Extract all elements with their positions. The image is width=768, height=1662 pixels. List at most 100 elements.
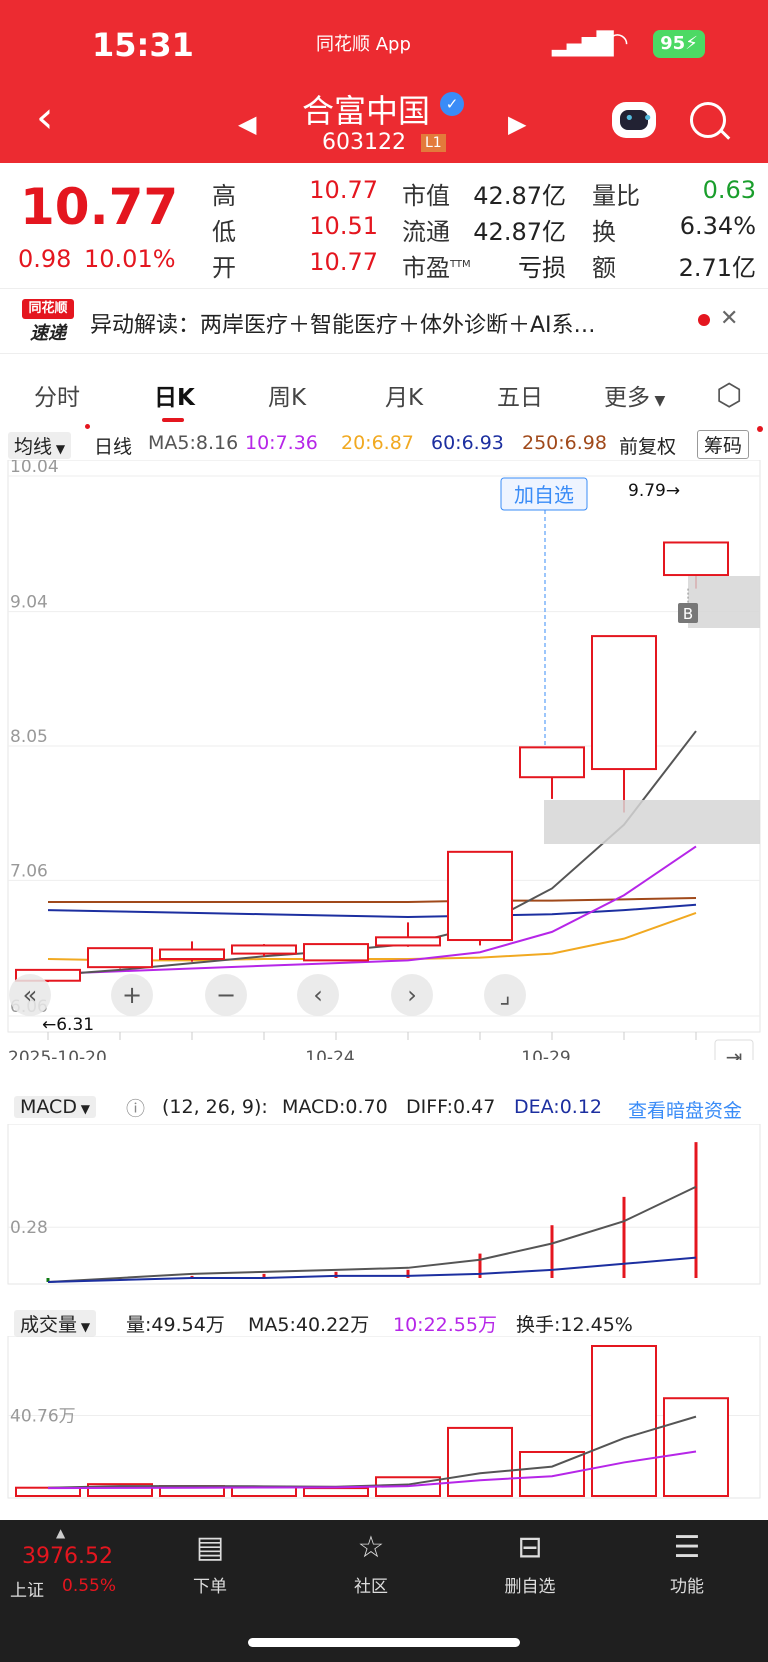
ma-type-select[interactable]: 均线 ▼ <box>8 432 72 459</box>
ma20-label: 20:6.87 <box>341 432 414 454</box>
tab-timeshare[interactable]: 分时 <box>34 378 80 412</box>
candle-body <box>591 635 657 771</box>
gap-zone <box>544 800 760 844</box>
remove-watchlist-icon[interactable]: ⊟ <box>490 1530 570 1565</box>
next-stock-icon[interactable]: ▶ <box>508 110 526 138</box>
ma5-label: MA5:8.16 <box>148 432 239 454</box>
news-text[interactable]: 异动解读：两岸医疗＋智能医疗＋体外诊断＋AI系… <box>90 307 670 339</box>
news-logo-bottom: 速递 <box>30 323 66 344</box>
signal-icon: ▂▄▆█ <box>552 32 614 57</box>
adjust-label[interactable]: 前复权 <box>619 432 676 459</box>
zoom-in-icon[interactable]: + <box>111 974 153 1016</box>
ma250-label: 250:6.98 <box>522 432 607 454</box>
open-label: 开 <box>212 254 236 282</box>
close-icon[interactable]: ✕ <box>720 306 738 331</box>
fullscreen-icon[interactable]: ⌟ <box>484 974 526 1016</box>
stock-title: 合富中国 <box>302 92 431 130</box>
candle-body <box>159 948 225 961</box>
news-logo-top: 同花顺 <box>22 299 74 319</box>
amount-label: 额 <box>592 254 616 282</box>
candle-body <box>375 936 441 947</box>
nav-remove-watchlist[interactable]: 删自选 <box>490 1572 570 1597</box>
zoom-in-icon-glyph: + <box>122 981 142 1009</box>
home-indicator <box>248 1638 520 1647</box>
unread-dot <box>698 314 710 326</box>
ma10-label: 10:7.36 <box>245 432 318 454</box>
dea-line <box>47 1256 697 1283</box>
kline-chart[interactable]: 10.049.048.057.066.062025-10-2010-2410-2… <box>0 460 768 1060</box>
candle-body <box>663 541 729 577</box>
tab-more-label: 更多 <box>604 385 650 411</box>
fullscreen-icon-glyph: ⌟ <box>499 981 510 1009</box>
search-icon[interactable] <box>690 102 726 138</box>
volume-name: 成交量 <box>20 1314 78 1336</box>
macd-frame <box>7 1124 761 1285</box>
tab-daily-k[interactable]: 日K <box>154 378 195 412</box>
high-label: 高 <box>212 182 236 210</box>
caret-down-icon: ▼ <box>52 442 66 456</box>
back-icon[interactable]: ‹ <box>36 96 54 140</box>
dea-value: DEA:0.12 <box>514 1096 603 1118</box>
chip-dot <box>757 426 763 432</box>
buy-marker: B <box>683 605 693 623</box>
community-icon[interactable]: ☆ <box>331 1530 411 1565</box>
ma60-line <box>47 903 697 918</box>
mktcap-value: 42.87亿 <box>473 182 566 210</box>
assistant-robot-icon[interactable] <box>612 102 656 138</box>
function-menu-icon[interactable]: ☰ <box>647 1530 727 1565</box>
macd-select[interactable]: MACD ▼ <box>14 1096 97 1118</box>
settings-hexagon-icon[interactable]: ⬡ <box>716 378 742 413</box>
diff-value: DIFF:0.47 <box>406 1096 496 1118</box>
order-icon[interactable]: ▤ <box>170 1530 250 1565</box>
tab-monthly-k[interactable]: 月K <box>385 378 423 412</box>
price-change: 0.98 <box>18 245 72 273</box>
volume-select[interactable]: 成交量 ▼ <box>14 1310 97 1337</box>
index-up-icon: ▲ <box>56 1526 66 1540</box>
index-pct: 0.55% <box>62 1576 117 1596</box>
verified-icon: ✓ <box>440 92 464 116</box>
tab-five-day[interactable]: 五日 <box>497 378 543 412</box>
nav-community[interactable]: 社区 <box>331 1572 411 1597</box>
index-value[interactable]: 3976.52 <box>22 1544 113 1569</box>
help-icon[interactable]: ⓘ <box>126 1094 145 1121</box>
dark-pool-link[interactable]: 查看暗盘资金 <box>628 1096 742 1123</box>
scroll-left-icon[interactable]: « <box>9 974 51 1016</box>
prev-stock-icon[interactable]: ◀ <box>238 110 256 138</box>
pe-value: 亏损 <box>518 254 566 282</box>
y-tick-label: 9.04 <box>10 593 48 613</box>
open-value: 10.77 <box>309 248 378 276</box>
volume-bar <box>303 1487 369 1498</box>
low-label: 低 <box>212 218 236 246</box>
nav-functions[interactable]: 功能 <box>647 1572 727 1597</box>
x-axis-label: 10-24 <box>305 1048 354 1060</box>
nav-order[interactable]: 下单 <box>170 1572 250 1597</box>
news-logo: 同花顺 速递 <box>22 299 74 345</box>
active-tab-indicator <box>162 418 184 422</box>
zoom-out-icon[interactable]: − <box>205 974 247 1016</box>
status-app-label: 同花顺 App <box>316 34 411 55</box>
turnover-label: 换 <box>592 218 616 246</box>
volume-ma10: 10:22.55万 <box>393 1314 497 1336</box>
volume-bar <box>447 1426 513 1497</box>
volratio-value: 0.63 <box>702 176 756 204</box>
step-left-icon[interactable]: ‹ <box>297 974 339 1016</box>
stock-code: 603122 <box>322 130 406 155</box>
jump-latest-icon: ⇥ <box>726 1045 743 1060</box>
chip-button[interactable]: 筹码 <box>697 430 750 459</box>
tab-weekly-k[interactable]: 周K <box>268 378 306 412</box>
x-axis-label: 10-29 <box>521 1048 570 1060</box>
ma60-label: 60:6.93 <box>431 432 504 454</box>
volratio-label: 量比 <box>592 182 640 210</box>
macd-value: MACD:0.70 <box>282 1096 388 1118</box>
wifi-icon: ◠ <box>606 28 629 58</box>
step-right-icon[interactable]: › <box>391 974 433 1016</box>
tab-notice-dot <box>85 424 90 429</box>
add-watchlist-tag: 加自选 <box>514 483 574 507</box>
macd-params: (12, 26, 9): <box>162 1096 268 1118</box>
caret-down-icon: ▼ <box>650 393 666 409</box>
tab-more[interactable]: 更多 ▼ <box>604 378 665 412</box>
period-label: 日线 <box>94 436 133 458</box>
candle-body <box>87 947 153 969</box>
volume-chart: 40.76万 <box>7 1336 761 1499</box>
news-banner[interactable]: 同花顺 速递 异动解读：两岸医疗＋智能医疗＋体外诊断＋AI系… <box>0 288 768 354</box>
